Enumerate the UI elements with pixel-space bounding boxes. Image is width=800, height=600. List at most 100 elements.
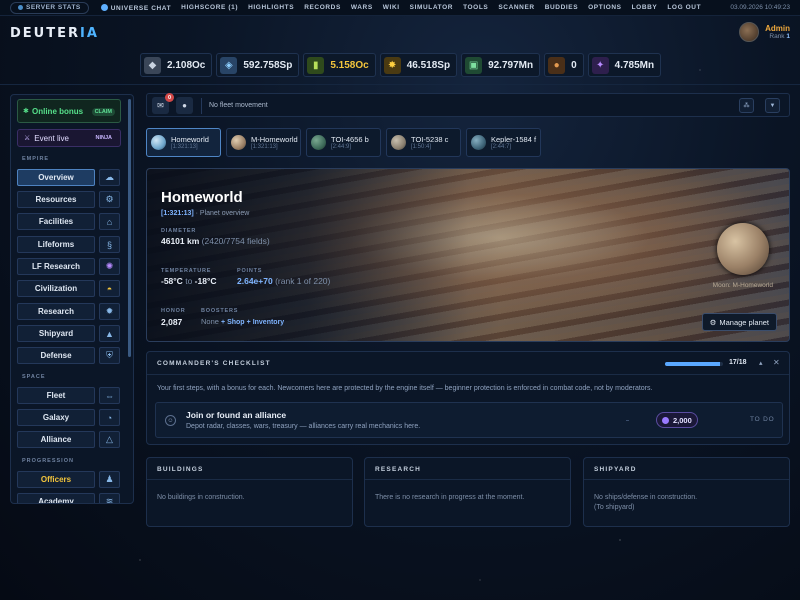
nav-universe-chat[interactable]: UNIVERSE CHAT xyxy=(100,3,171,12)
resource-value: 0 xyxy=(571,59,577,71)
nav-options[interactable]: OPTIONS xyxy=(588,4,621,12)
diameter-label: DIAMETER xyxy=(161,228,197,234)
sidebar-item-resources[interactable]: Resources xyxy=(17,191,95,208)
fleet-expand-button[interactable]: ▼ xyxy=(765,98,780,113)
shipyard-icon[interactable]: ▲ xyxy=(99,325,120,342)
shipyard-link[interactable]: (To shipyard) xyxy=(594,504,634,511)
sidebar-item-facilities[interactable]: Facilities xyxy=(17,213,95,230)
claim-badge[interactable]: CLAIM xyxy=(91,108,115,116)
sidebar-item-civilization[interactable]: Civilization xyxy=(17,280,95,297)
planet-name: M-Homeworld xyxy=(251,135,298,144)
sidebar-item-research[interactable]: Research xyxy=(17,303,95,320)
sidebar-item-defense[interactable]: Defense xyxy=(17,347,95,364)
resource-crystal[interactable]: ◈ 592.758Sp xyxy=(216,53,300,77)
avatar[interactable] xyxy=(739,22,760,42)
sidebar-item-lifeforms[interactable]: Lifeforms xyxy=(17,236,95,253)
section-space: SPACE xyxy=(22,374,46,380)
collapse-icon[interactable]: ▴ xyxy=(759,359,763,367)
points-value[interactable]: 2.64e+70 (rank 1 of 220) xyxy=(237,276,330,286)
nav-simulator[interactable]: SIMULATOR xyxy=(410,4,453,12)
overview-icon[interactable]: ☁ xyxy=(99,169,120,186)
nav-records[interactable]: RECORDS xyxy=(304,4,341,12)
globe-icon xyxy=(100,3,108,11)
galaxy-icon[interactable]: ◔ xyxy=(99,409,120,426)
resource-food[interactable]: ● 0 xyxy=(544,53,584,77)
planet-overview-card: Homeworld [1:321:13] · Planet overview D… xyxy=(146,168,790,342)
sidebar-item-galaxy[interactable]: Galaxy xyxy=(17,409,95,426)
divider xyxy=(626,420,629,421)
manage-planet-button[interactable]: ⚙ Manage planet xyxy=(701,313,777,331)
alliance-icon[interactable]: △ xyxy=(99,431,120,448)
sidebar-item-fleet[interactable]: Fleet xyxy=(17,387,95,404)
planet-coords-value[interactable]: [1:321:13] xyxy=(161,210,194,217)
nav-tools[interactable]: TOOLS xyxy=(463,4,488,12)
lf-research-icon[interactable]: ✺ xyxy=(99,258,120,275)
chat-button[interactable]: ● xyxy=(176,97,193,114)
diameter-value: 46101 km (2420/7754 fields) xyxy=(161,236,270,246)
officers-icon[interactable]: ♟ xyxy=(99,471,120,488)
planet-tab-kepler-1584-f[interactable]: Kepler-1584 f [2:44:7] xyxy=(466,128,541,157)
planet-tab-toi-5238-c[interactable]: TOI-5238 c [1:50:4] xyxy=(386,128,461,157)
logo-accent: IA xyxy=(80,26,99,41)
nav-logout[interactable]: LOG OUT xyxy=(667,4,701,12)
nav-highlights[interactable]: HIGHLIGHTS xyxy=(248,4,294,12)
resource-metal[interactable]: ◆ 2.108Oc xyxy=(140,53,213,77)
event-live-button[interactable]: ⚔ Event live NINJA xyxy=(17,129,121,147)
planet-tab-homeworld[interactable]: Homeworld [1:321:13] xyxy=(146,128,221,157)
sidebar-item-alliance[interactable]: Alliance xyxy=(17,431,95,448)
close-icon[interactable]: ✕ xyxy=(773,358,780,367)
triangle-dots-icon: ⁂ xyxy=(743,103,750,109)
sidebar: ✱ Online bonus CLAIM ⚔ Event live NINJA … xyxy=(10,94,134,504)
inventory-link[interactable]: + Inventory xyxy=(247,319,285,326)
nav-lobby[interactable]: LOBBY xyxy=(632,4,658,12)
user-profile[interactable]: Admin Rank 1 xyxy=(739,22,790,42)
logo-main: DEUTER xyxy=(10,26,80,41)
sidebar-item-lf-research[interactable]: LF Research xyxy=(17,258,95,275)
planet-tab-toi-4656-b[interactable]: TOI-4656 b [2:44:9] xyxy=(306,128,381,157)
facilities-icon[interactable]: ⌂ xyxy=(99,213,120,230)
lifeforms-icon[interactable]: § xyxy=(99,236,120,253)
sidebar-item-shipyard[interactable]: Shipyard xyxy=(17,325,95,342)
chat-icon: ● xyxy=(182,101,187,110)
logo[interactable]: DEUTERIA xyxy=(10,26,99,41)
resource-energy[interactable]: ✸ 46.518Sp xyxy=(379,53,458,77)
resource-dark-matter[interactable]: ✦ 4.785Mn xyxy=(587,53,662,77)
resource-value: 46.518Sp xyxy=(406,59,451,71)
moon-label[interactable]: Moon: M-Homeworld xyxy=(713,282,773,289)
resources-icon[interactable]: ⚙ xyxy=(99,191,120,208)
fleet-icon[interactable]: ⇔ xyxy=(99,387,120,404)
planet-coords: [1:50:4] xyxy=(411,144,432,150)
nav-scanner[interactable]: SCANNER xyxy=(498,4,534,12)
online-bonus-button[interactable]: ✱ Online bonus CLAIM xyxy=(17,99,121,123)
fleet-filter-button[interactable]: ⁂ xyxy=(739,98,754,113)
server-stats-label: SERVER STATS xyxy=(26,4,81,11)
rank-label: Rank xyxy=(769,33,785,40)
divider xyxy=(365,479,570,480)
nav-wiki[interactable]: WIKI xyxy=(383,4,400,12)
nav-highscore[interactable]: HIGHSCORE (1) xyxy=(181,4,238,12)
sidebar-item-overview[interactable]: Overview xyxy=(17,169,95,186)
defense-icon[interactable]: ⛨ xyxy=(99,347,120,364)
planet-tab-m-homeworld[interactable]: M-Homeworld [1:321:13] xyxy=(226,128,301,157)
civilization-icon[interactable]: ◓ xyxy=(99,280,120,297)
boosters-none: None xyxy=(201,317,219,326)
honor-label: HONOR xyxy=(161,308,186,314)
server-stats-button[interactable]: SERVER STATS xyxy=(10,1,89,14)
shop-link[interactable]: + Shop xyxy=(221,319,245,326)
academy-icon[interactable]: ≋ xyxy=(99,493,120,503)
sidebar-scrollbar[interactable] xyxy=(128,99,131,357)
checklist-task[interactable]: ☺ Join or found an alliance Depot radar,… xyxy=(155,402,783,438)
temp-max: -18°C xyxy=(194,276,217,286)
messages-button[interactable]: ✉ 0 xyxy=(152,93,174,114)
nav-wars[interactable]: WARS xyxy=(351,4,373,12)
resource-deuterium[interactable]: ▮ 5.158Oc xyxy=(303,53,376,77)
buildings-panel: BUILDINGS No buildings in construction. xyxy=(146,457,353,527)
event-label: Event live xyxy=(34,133,69,143)
moon-image[interactable] xyxy=(717,223,769,275)
sidebar-item-academy[interactable]: Academy xyxy=(17,493,95,503)
task-status: TO DO xyxy=(750,416,775,423)
nav-buddies[interactable]: BUDDIES xyxy=(545,4,578,12)
research-icon[interactable]: ✹ xyxy=(99,303,120,320)
resource-population[interactable]: ▣ 92.797Mn xyxy=(461,53,541,77)
sidebar-item-officers[interactable]: Officers xyxy=(17,471,95,488)
